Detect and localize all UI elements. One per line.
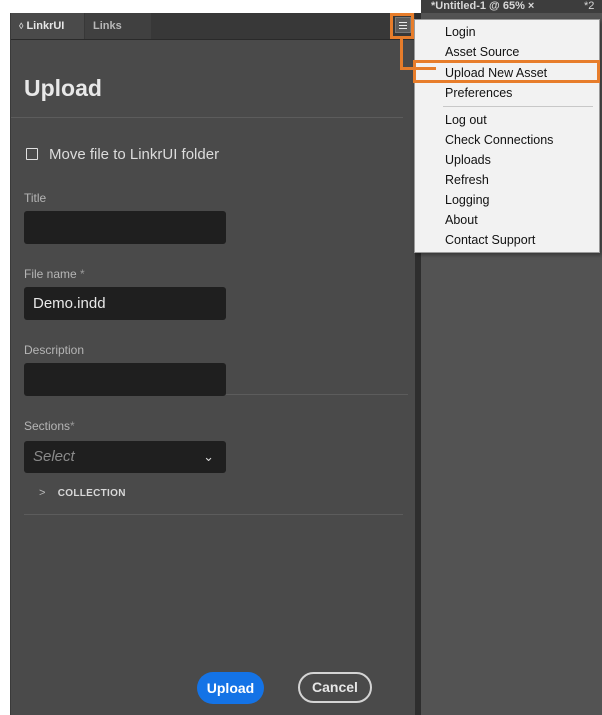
linkrui-panel: ◊ LinkrUI Links Upload Move file to Linkr… [10,13,415,715]
collection-expand-icon: > [39,487,46,499]
menu-item-check-connections[interactable]: Check Connections [445,133,553,147]
filename-label: File name * [24,267,85,281]
cancel-button[interactable]: Cancel [298,672,372,703]
menu-item-asset-source[interactable]: Asset Source [445,45,519,59]
title-divider [11,117,403,118]
title-label-text: Title [24,191,47,205]
dropdown-chevron-icon: ⌄ [203,449,214,464]
move-file-checkbox[interactable] [26,148,38,160]
menu-item-preferences[interactable]: Preferences [445,86,512,100]
sections-label-text: Sections [24,419,71,433]
tab-links-label: Links [93,20,122,32]
description-label-text: Description [24,343,85,357]
collapse-arrows-icon: ◊ [19,21,24,31]
title-label: Title [24,191,46,205]
menu-item-log-out[interactable]: Log out [445,113,487,127]
description-divider [226,394,408,395]
menu-button-highlight [390,13,414,39]
tab-linkrui-label: LinkrUI [26,20,65,32]
upload-new-asset-highlight [413,60,600,83]
document-tab-secondary[interactable]: *2 [584,0,594,12]
required-mark: * [70,419,75,433]
collection-divider [24,514,403,515]
panel-flyout-menu: Login Asset Source Upload New Asset Pref… [414,19,600,253]
menu-item-logging[interactable]: Logging [445,193,490,207]
menu-item-uploads[interactable]: Uploads [445,153,491,167]
move-file-option[interactable]: Move file to LinkrUI folder [26,144,219,164]
menu-separator [443,106,593,107]
collection-label: COLLECTION [57,488,126,499]
menu-item-about[interactable]: About [445,213,478,227]
sections-placeholder: Select [33,448,75,465]
menu-item-refresh[interactable]: Refresh [445,173,489,187]
panel-tab-bar: ◊ LinkrUI Links [11,13,415,40]
filename-input[interactable]: Demo.indd [24,287,226,320]
collection-toggle[interactable]: > COLLECTION [39,487,126,499]
move-file-label: Move file to LinkrUI folder [49,145,220,163]
required-mark: * [80,267,85,281]
title-input[interactable] [24,211,226,244]
menu-item-contact-support[interactable]: Contact Support [445,233,535,247]
menu-item-login[interactable]: Login [445,25,476,39]
document-tab[interactable]: *Untitled-1 @ 65% × [431,0,534,12]
sections-label: Sections* [24,419,75,433]
description-input[interactable] [24,363,226,396]
tab-linkrui[interactable]: ◊ LinkrUI [11,13,84,39]
sections-select[interactable]: Select ⌄ [24,441,226,473]
highlight-connector-vertical [400,39,403,70]
page-title: Upload [24,75,102,101]
upload-button[interactable]: Upload [197,672,264,704]
description-label: Description [24,343,84,357]
filename-label-text: File name [24,267,77,281]
tab-links[interactable]: Links [85,13,151,39]
